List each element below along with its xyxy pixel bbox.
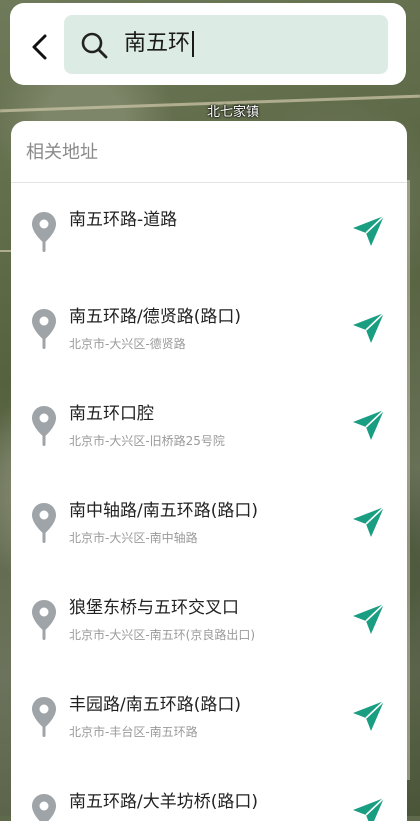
text-caret	[192, 31, 195, 57]
result-item[interactable]: 南五环口腔 北京市-大兴区-旧桥路25号院	[11, 377, 407, 474]
navigate-arrow-icon[interactable]	[351, 213, 387, 249]
search-icon	[81, 32, 108, 59]
location-pin-icon	[32, 503, 56, 543]
navigate-arrow-icon[interactable]	[351, 310, 387, 346]
location-pin-icon	[32, 600, 56, 640]
navigate-arrow-icon[interactable]	[351, 795, 387, 821]
result-item[interactable]: 南中轴路/南五环路(路口) 北京市-大兴区-南中轴路	[11, 474, 407, 571]
result-subtitle: 北京市-大兴区-南五环(京良路出口)	[69, 628, 256, 642]
location-pin-icon	[32, 309, 56, 349]
result-title: 丰园路/南五环路(路口)	[69, 695, 241, 715]
result-title: 狼堡东桥与五环交叉口	[69, 598, 239, 618]
result-title: 南五环路/德贤路(路口)	[69, 307, 241, 327]
location-pin-icon	[32, 697, 56, 737]
result-subtitle: 北京市-丰台区-南五环路	[69, 725, 198, 739]
location-pin-icon	[32, 406, 56, 446]
navigate-arrow-icon[interactable]	[351, 601, 387, 637]
result-item[interactable]: 南五环路/大羊坊桥(路口)	[11, 765, 407, 821]
result-title: 南五环口腔	[69, 404, 154, 424]
navigate-arrow-icon[interactable]	[351, 504, 387, 540]
search-input[interactable]: 南五环	[124, 29, 195, 59]
search-field[interactable]: 南五环	[64, 15, 388, 74]
result-item[interactable]: 南五环路-道路	[11, 183, 407, 280]
navigate-arrow-icon[interactable]	[351, 698, 387, 734]
result-subtitle: 北京市-大兴区-南中轴路	[69, 531, 198, 545]
result-item[interactable]: 狼堡东桥与五环交叉口 北京市-大兴区-南五环(京良路出口)	[11, 571, 407, 668]
map-place-label: 北七家镇	[207, 105, 260, 120]
location-pin-icon	[32, 794, 56, 821]
location-pin-icon	[32, 212, 56, 252]
back-button[interactable]	[22, 27, 58, 67]
chevron-left-icon	[32, 34, 47, 60]
results-header: 相关地址	[11, 121, 407, 183]
result-item[interactable]: 南五环路/德贤路(路口) 北京市-大兴区-德贤路	[11, 280, 407, 377]
result-list: 南五环路-道路 南五环路/德贤路(路口) 北京市-大兴区-德贤路 南五环口腔 北…	[11, 183, 407, 821]
results-panel: 相关地址 南五环路-道路 南五环路/德贤路(路口) 北京市-大兴区-德贤路 南五…	[11, 121, 407, 821]
search-query-text: 南五环	[124, 31, 191, 56]
map-road	[407, 180, 410, 780]
result-title: 南五环路-道路	[69, 210, 178, 230]
result-title: 南中轴路/南五环路(路口)	[69, 501, 258, 521]
search-bar: 南五环	[10, 3, 406, 85]
navigate-arrow-icon[interactable]	[351, 407, 387, 443]
result-subtitle: 北京市-大兴区-旧桥路25号院	[69, 434, 225, 448]
result-item[interactable]: 丰园路/南五环路(路口) 北京市-丰台区-南五环路	[11, 668, 407, 765]
result-title: 南五环路/大羊坊桥(路口)	[69, 792, 258, 812]
result-subtitle: 北京市-大兴区-德贤路	[69, 337, 186, 351]
